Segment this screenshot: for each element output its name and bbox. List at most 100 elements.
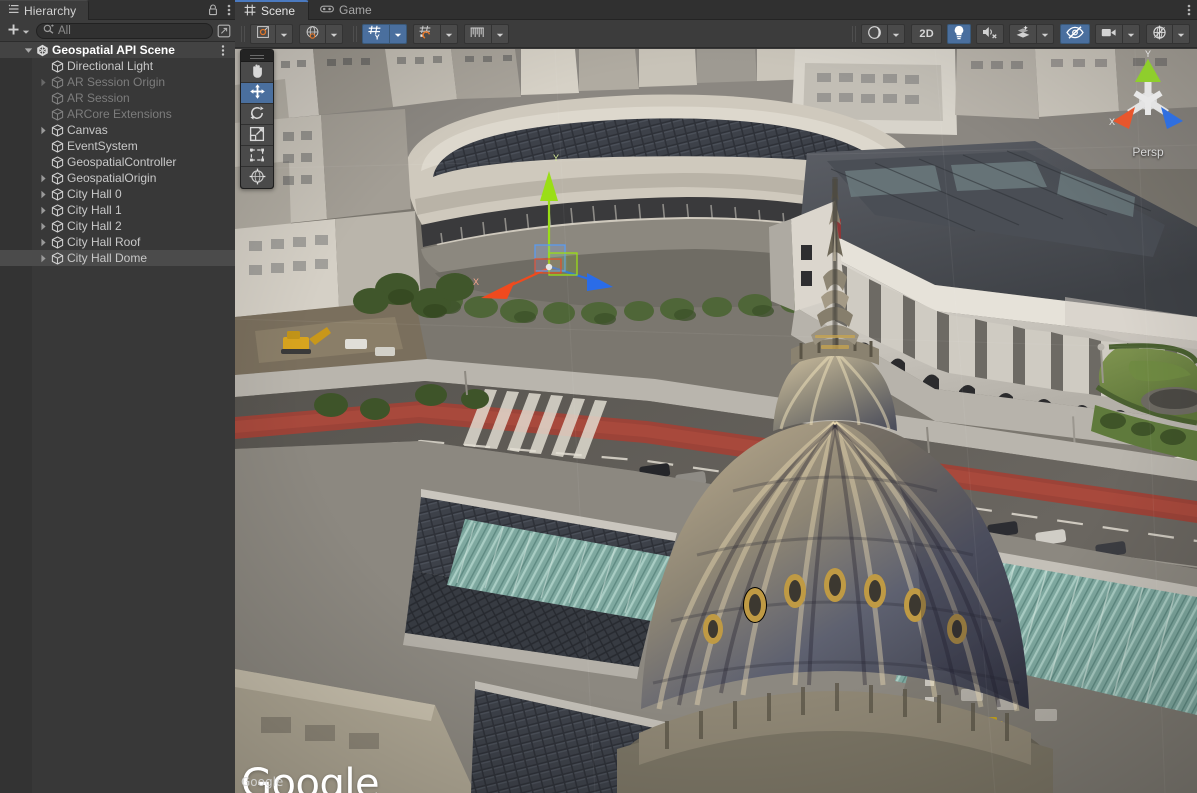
- hierarchy-item-city-hall-roof[interactable]: City Hall Roof: [0, 234, 235, 250]
- rect-transform-icon: [249, 147, 265, 166]
- effects-icon: [1015, 25, 1031, 42]
- gameobject-cube-icon: [50, 140, 65, 153]
- chevron-down-icon: [1177, 27, 1185, 41]
- hierarchy-scene-root[interactable]: Geospatial API Scene: [0, 42, 235, 58]
- tab-game[interactable]: Game: [311, 0, 385, 20]
- chevron-right-icon[interactable]: [37, 78, 50, 87]
- chevron-down-icon[interactable]: [22, 47, 35, 54]
- open-in-new-window-icon[interactable]: [217, 24, 231, 38]
- search-input-placeholder: All: [58, 25, 71, 37]
- view-tool[interactable]: [241, 62, 273, 83]
- chevron-down-icon: [394, 27, 402, 41]
- gamepad-icon: [320, 3, 334, 17]
- hierarchy-item-city-hall-2[interactable]: City Hall 2: [0, 218, 235, 234]
- grid-visibility-dropdown[interactable]: [492, 24, 509, 44]
- chevron-down-icon: [1127, 27, 1135, 41]
- gameobject-cube-icon: [50, 156, 65, 169]
- draw-mode-button[interactable]: [861, 24, 888, 44]
- rect-tool[interactable]: [241, 146, 273, 167]
- tab-scene[interactable]: Scene: [235, 0, 309, 20]
- hierarchy-item-geospatialorigin[interactable]: GeospatialOrigin: [0, 170, 235, 186]
- scene-lighting-button[interactable]: [947, 24, 971, 44]
- create-gameobject-button[interactable]: [5, 22, 32, 39]
- scene-audio-button[interactable]: [976, 24, 1004, 44]
- gizmos-globe-icon: [1152, 25, 1167, 43]
- scene-fx-group: [1009, 24, 1055, 44]
- hierarchy-item-canvas[interactable]: Canvas: [0, 122, 235, 138]
- scene-visibility-button[interactable]: [1060, 24, 1090, 44]
- scene-camera-group: [1095, 24, 1141, 44]
- chevron-right-icon[interactable]: [37, 254, 50, 263]
- hierarchy-item-arcore-extensions[interactable]: ARCore Extensions: [0, 106, 235, 122]
- scene-camera-dropdown[interactable]: [1123, 24, 1140, 44]
- scale-icon: [249, 126, 265, 145]
- handle-rotation-button[interactable]: [299, 24, 326, 44]
- unity-scene-icon: [35, 44, 50, 57]
- transform-tool[interactable]: [241, 167, 273, 188]
- scale-tool[interactable]: [241, 125, 273, 146]
- plus-icon: [7, 23, 20, 39]
- hierarchy-item-label: AR Session Origin: [67, 75, 165, 89]
- grid-snapping-dropdown[interactable]: [390, 24, 407, 44]
- grid-visibility-button[interactable]: [464, 24, 492, 44]
- toolbar-separator: [851, 26, 858, 42]
- rotate-icon: [249, 105, 265, 124]
- gizmos-button[interactable]: [1146, 24, 1173, 44]
- tab-scene-label: Scene: [261, 4, 295, 18]
- scene-view-toolbar: Y: [235, 20, 1197, 48]
- toolbar-separator: [240, 26, 247, 42]
- gizmos-group: [1146, 24, 1191, 44]
- move-arrows-icon: [249, 83, 266, 103]
- handle-rotation-dropdown[interactable]: [326, 24, 343, 44]
- google-watermark-small: Google: [241, 775, 283, 789]
- grid-increment-dropdown[interactable]: [441, 24, 458, 44]
- hierarchy-tabstrip: Hierarchy: [0, 0, 235, 20]
- kebab-menu-icon[interactable]: [227, 3, 231, 17]
- search-input[interactable]: All: [36, 23, 213, 39]
- rotate-tool[interactable]: [241, 104, 273, 125]
- palette-drag-handle[interactable]: [241, 50, 273, 62]
- grid-snapping-button[interactable]: Y: [362, 24, 390, 44]
- move-tool[interactable]: [241, 83, 273, 104]
- chevron-right-icon[interactable]: [37, 238, 50, 247]
- hierarchy-item-city-hall-0[interactable]: City Hall 0: [0, 186, 235, 202]
- gameobject-cube-icon: [50, 124, 65, 137]
- hierarchy-item-eventsystem[interactable]: EventSystem: [0, 138, 235, 154]
- projection-mode-label[interactable]: Persp: [1105, 145, 1191, 159]
- global-handle-icon: [305, 25, 320, 43]
- scene-fx-button[interactable]: [1009, 24, 1037, 44]
- grid-increment-button[interactable]: [413, 24, 441, 44]
- chevron-right-icon[interactable]: [37, 174, 50, 183]
- chevron-right-icon[interactable]: [37, 222, 50, 231]
- hierarchy-item-city-hall-1[interactable]: City Hall 1: [0, 202, 235, 218]
- gameobject-cube-icon: [50, 60, 65, 73]
- toggle-2d-button[interactable]: 2D: [911, 24, 942, 44]
- scene-camera-button[interactable]: [1095, 24, 1123, 44]
- kebab-menu-icon[interactable]: [1187, 3, 1191, 17]
- hierarchy-item-city-hall-dome[interactable]: City Hall Dome: [0, 250, 235, 266]
- scene-orientation-gizmo[interactable]: Y X Persp: [1105, 49, 1191, 157]
- gizmos-dropdown[interactable]: [1173, 24, 1190, 44]
- pivot-mode-group: [250, 24, 294, 44]
- tab-hierarchy[interactable]: Hierarchy: [0, 0, 89, 20]
- lock-icon[interactable]: [208, 4, 218, 16]
- hierarchy-tree-body: Geospatial API SceneDirectional LightAR …: [0, 42, 235, 793]
- hierarchy-item-label: ARCore Extensions: [67, 107, 172, 121]
- chevron-down-icon: [892, 27, 900, 41]
- hierarchy-item-directional-light[interactable]: Directional Light: [0, 58, 235, 74]
- pivot-mode-dropdown[interactable]: [276, 24, 293, 44]
- chevron-right-icon[interactable]: [37, 206, 50, 215]
- hierarchy-item-ar-session[interactable]: AR Session: [0, 90, 235, 106]
- kebab-menu-icon[interactable]: [221, 42, 225, 58]
- chevron-down-icon: [22, 24, 30, 38]
- hierarchy-item-ar-session-origin[interactable]: AR Session Origin: [0, 74, 235, 90]
- scene-fx-dropdown[interactable]: [1037, 24, 1054, 44]
- scene-view-panel: Scene Game: [235, 0, 1197, 793]
- pivot-mode-button[interactable]: [250, 24, 276, 44]
- chevron-right-icon[interactable]: [37, 126, 50, 135]
- hierarchy-item-geospatialcontroller[interactable]: GeospatialController: [0, 154, 235, 170]
- draw-mode-dropdown[interactable]: [888, 24, 905, 44]
- hierarchy-item-label: Geospatial API Scene: [52, 43, 175, 57]
- scene-viewport[interactable]: Y X: [235, 49, 1197, 793]
- chevron-right-icon[interactable]: [37, 190, 50, 199]
